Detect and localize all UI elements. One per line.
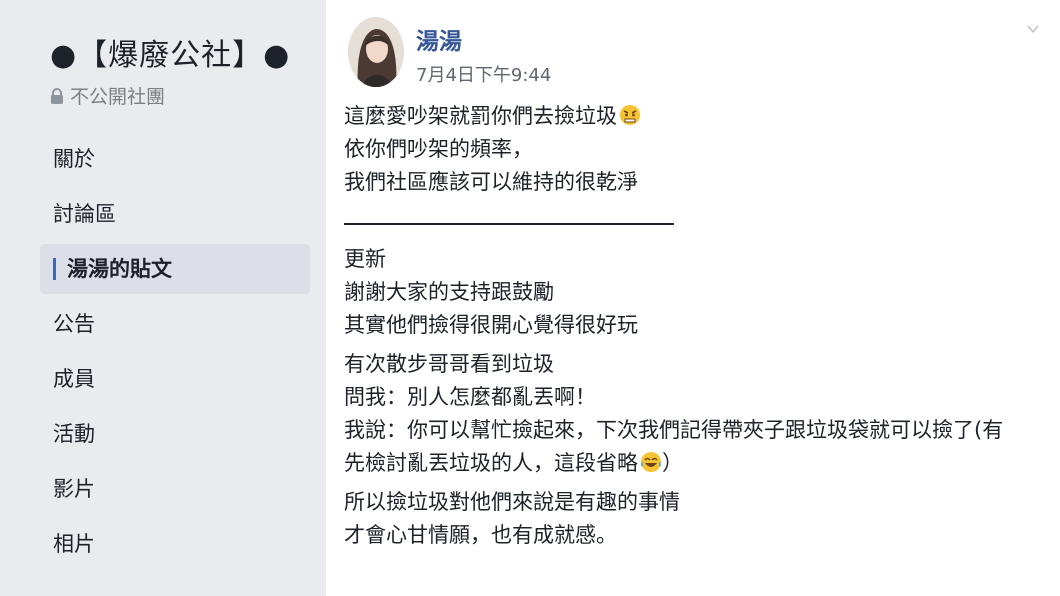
- post-line: 更新: [344, 247, 386, 271]
- post-line: 依你們吵架的頻率，: [344, 137, 533, 161]
- sidebar-item-discussion[interactable]: 討論區: [40, 189, 310, 239]
- post-line: 有次散步哥哥看到垃圾: [344, 352, 554, 376]
- group-name[interactable]: ●【爆廢公社】●: [50, 30, 290, 74]
- post-timestamp[interactable]: 7月4日下午9:44: [416, 61, 551, 87]
- post-line: 問我：別人怎麼都亂丟啊！: [344, 385, 596, 409]
- post-body: 這麼愛吵架就罰你們去撿垃圾 依你們吵架的頻率， 我們社區應該可以維持的很乾淨 更…: [344, 100, 1044, 552]
- sidebar-item-photos[interactable]: 相片: [40, 519, 310, 569]
- lock-icon: [51, 87, 63, 104]
- post-line: 我們社區應該可以維持的很乾淨: [344, 170, 638, 194]
- privacy-label: 不公開社團: [70, 86, 166, 108]
- group-sidebar: ●【爆廢公社】● 不公開社團 關於 討論區 湯湯的貼文 公告 成員 活動 影片 …: [0, 0, 326, 596]
- sidebar-item-videos[interactable]: 影片: [40, 464, 310, 514]
- sidebar-item-events[interactable]: 活動: [40, 409, 310, 459]
- group-privacy: 不公開社團: [50, 82, 165, 109]
- avatar[interactable]: [348, 17, 404, 87]
- divider-line: [344, 223, 674, 225]
- sidebar-item-member-posts[interactable]: 湯湯的貼文: [40, 244, 310, 294]
- post-line: 所以撿垃圾對他們來說是有趣的事情: [344, 490, 680, 514]
- post-line: 這麼愛吵架就罰你們去撿垃圾: [344, 100, 1044, 133]
- avatar-photo: [348, 17, 404, 87]
- sidebar-item-announcements[interactable]: 公告: [40, 299, 310, 349]
- chevron-down-icon[interactable]: [1026, 22, 1040, 36]
- laughing-crying-emoji-icon: [641, 452, 661, 472]
- post-card: 湯湯 7月4日下午9:44 這麼愛吵架就罰你們去撿垃圾 依你們吵架的頻率， 我們…: [326, 0, 1060, 596]
- angry-face-emoji-icon: [620, 105, 640, 125]
- post-line-text: ）: [662, 451, 683, 475]
- post-line: 其實他們撿得很開心覺得很好玩: [344, 313, 638, 337]
- post-line: 才會心甘情願，也有成就感。: [344, 523, 617, 547]
- post-author[interactable]: 湯湯: [416, 22, 462, 56]
- group-nav: 關於 討論區 湯湯的貼文 公告 成員 活動 影片 相片: [40, 134, 310, 574]
- post-line: 先檢討亂丟垃圾的人，這段省略 ）: [344, 447, 1044, 480]
- post-line: 我說：你可以幫忙撿起來，下次我們記得帶夾子跟垃圾袋就可以撿了(有: [344, 418, 1004, 442]
- post-line-text: 這麼愛吵架就罰你們去撿垃圾: [344, 104, 617, 128]
- post-line-text: 先檢討亂丟垃圾的人，這段省略: [344, 451, 638, 475]
- post-line: 謝謝大家的支持跟鼓勵: [344, 280, 554, 304]
- sidebar-item-about[interactable]: 關於: [40, 134, 310, 184]
- sidebar-item-members[interactable]: 成員: [40, 354, 310, 404]
